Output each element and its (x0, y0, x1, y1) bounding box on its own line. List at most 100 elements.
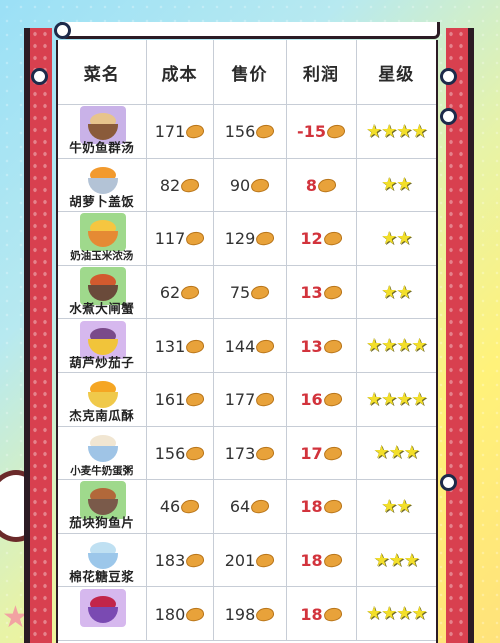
profit-value: 13 (300, 336, 323, 356)
cost-cell: 117 (145, 211, 214, 266)
price-value: 201 (224, 551, 256, 571)
bread-coin-icon (255, 391, 276, 408)
rating-cell: ★★ (355, 479, 436, 534)
bread-coin-icon (255, 337, 276, 355)
bread-coin-icon (185, 552, 206, 569)
table-row: 胡萝卜盖饭 82 90 8 ★★ (58, 157, 436, 213)
dish-name: 小麦牛奶蛋粥 (70, 464, 134, 477)
cost-cell: 62 (145, 264, 214, 320)
star-icon: ★★ (381, 281, 412, 303)
header-dish-name: 菜名 (58, 40, 147, 105)
bread-coin-icon (316, 177, 338, 194)
price-value: 144 (224, 336, 256, 356)
table-row: 茄块狗鱼片 46 64 18 ★★ (58, 479, 436, 534)
rating-cell: ★★★ (355, 532, 436, 588)
price-value: 156 (224, 122, 256, 142)
cost-cell: 180 (145, 586, 214, 641)
bread-coin-icon (180, 498, 201, 516)
star-icon: ★★★★ (365, 335, 428, 357)
bread-coin-icon (185, 605, 206, 623)
profit-value: 16 (300, 390, 323, 410)
price-cell: 198 (212, 586, 287, 641)
price-value: 90 (229, 175, 251, 195)
cost-value: 117 (154, 229, 186, 249)
cost-value: 156 (154, 443, 186, 463)
cost-value: 82 (159, 175, 181, 195)
bread-coin-icon (185, 445, 206, 462)
dish-bowl-shape (88, 231, 118, 248)
price-cell: 173 (212, 425, 287, 481)
star-icon: ★★★ (373, 442, 420, 464)
dish-name: 葫芦炒茄子 (69, 354, 135, 370)
rating-cell: ★★★ (355, 425, 436, 481)
table-row: 水煮大闸蟹 62 75 13 ★★ (58, 264, 436, 320)
profit-cell: 13 (285, 264, 357, 320)
recipe-table-card: 菜名 成本 售价 利润 星级 牛奶鱼群汤 171 156 -15 ★★★★ 胡萝… (56, 40, 438, 643)
bread-coin-icon (255, 445, 276, 462)
table-row: 牛奶鱼群汤 171 156 -15 ★★★★ (58, 104, 436, 159)
rating-cell: ★★★★ (355, 104, 436, 159)
star-icon: ★★ (381, 227, 412, 249)
bread-coin-icon (255, 123, 276, 141)
dish-image (80, 213, 126, 252)
table-row: 奶油玉米浓汤 117 129 12 ★★ (58, 211, 436, 266)
profit-value: 8 (305, 175, 318, 195)
frame-top-bar (60, 22, 440, 39)
star-icon: ★★★★ (365, 388, 428, 410)
profit-cell: 18 (285, 479, 357, 534)
star-icon: ★★ (381, 174, 412, 196)
rivet-icon (440, 108, 457, 125)
frame-edge (468, 28, 474, 643)
rating-cell: ★★ (355, 264, 436, 320)
cost-value: 180 (154, 604, 186, 624)
price-cell: 156 (212, 104, 287, 159)
star-icon: ★★★★ (365, 603, 428, 625)
dish-bowl-shape (88, 606, 118, 623)
price-value: 75 (229, 283, 251, 303)
rating-cell: ★★ (355, 211, 436, 266)
bread-coin-icon (255, 605, 276, 623)
dish-bowl-shape (88, 445, 118, 462)
header-price: 售价 (212, 40, 287, 105)
price-cell: 75 (212, 264, 287, 320)
bread-coin-icon (322, 391, 343, 408)
profit-value: 18 (300, 551, 323, 571)
price-value: 198 (224, 604, 256, 624)
bread-coin-icon (185, 391, 206, 408)
price-value: 173 (224, 443, 256, 463)
dish-image (80, 588, 126, 627)
profit-cell: -15 (285, 104, 357, 159)
bread-coin-icon (185, 230, 206, 248)
profit-value: 18 (300, 497, 323, 517)
cost-value: 183 (154, 551, 186, 571)
cost-value: 131 (154, 336, 186, 356)
table-row: 葫芦炒茄子 131 144 13 ★★★★ (58, 318, 436, 373)
bread-coin-icon (250, 498, 271, 516)
rating-cell: ★★★★ (355, 371, 436, 427)
dish-cell: 杰克南瓜酥 (58, 371, 147, 427)
cost-value: 161 (154, 390, 186, 410)
price-cell: 177 (212, 371, 287, 427)
bread-coin-icon (180, 177, 201, 194)
profit-cell: 17 (285, 425, 357, 481)
price-cell: 201 (212, 532, 287, 588)
cost-value: 62 (159, 283, 181, 303)
profit-value: 17 (300, 443, 323, 463)
dish-name: 水煮大闸蟹 (69, 301, 135, 317)
dish-cell: 葫芦炒茄子 (58, 318, 147, 373)
bread-coin-icon (322, 337, 343, 355)
header-rating: 星级 (355, 40, 436, 105)
bread-coin-icon (255, 230, 276, 248)
dish-cell: 奶油玉米浓汤 (58, 211, 147, 266)
price-cell: 144 (212, 318, 287, 373)
recipe-table: 菜名 成本 售价 利润 星级 牛奶鱼群汤 171 156 -15 ★★★★ 胡萝… (58, 40, 436, 641)
dish-name: 胡萝卜盖饭 (69, 193, 135, 209)
profit-cell: 8 (285, 157, 357, 213)
bread-coin-icon (180, 284, 201, 301)
bread-coin-icon (325, 123, 347, 141)
bread-coin-icon (322, 552, 343, 569)
bread-coin-icon (322, 284, 343, 301)
table-row: 小麦牛奶蛋粥 156 173 17 ★★★ (58, 425, 436, 481)
frame-band-left (30, 28, 52, 643)
rivet-icon (31, 68, 48, 85)
